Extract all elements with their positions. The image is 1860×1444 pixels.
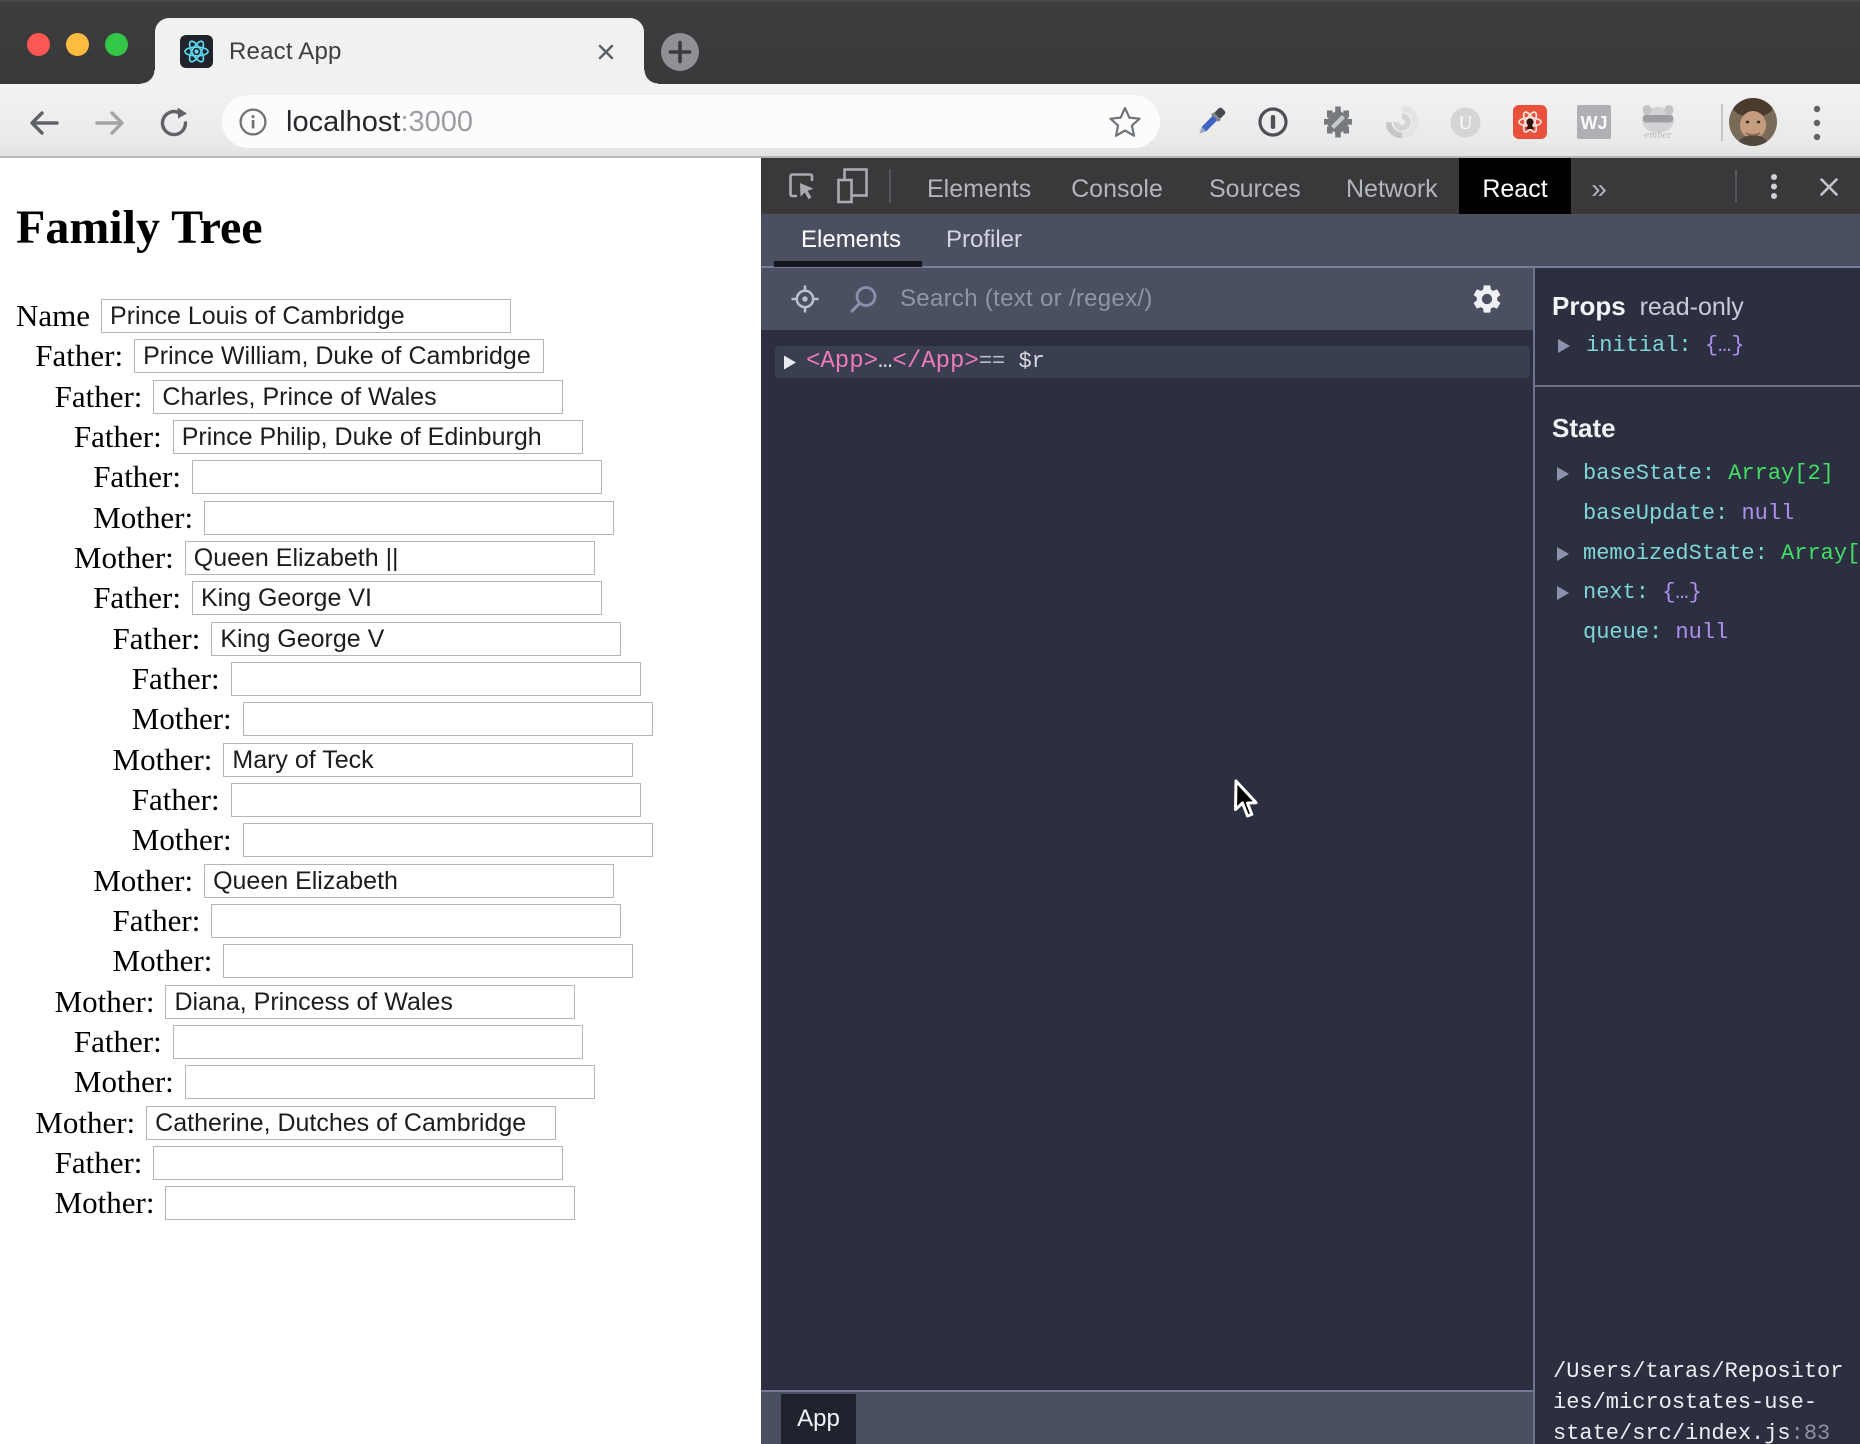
svg-text:ember: ember <box>1644 129 1672 141</box>
svg-text:WJ: WJ <box>1581 113 1608 133</box>
svg-text:U: U <box>1459 113 1473 134</box>
